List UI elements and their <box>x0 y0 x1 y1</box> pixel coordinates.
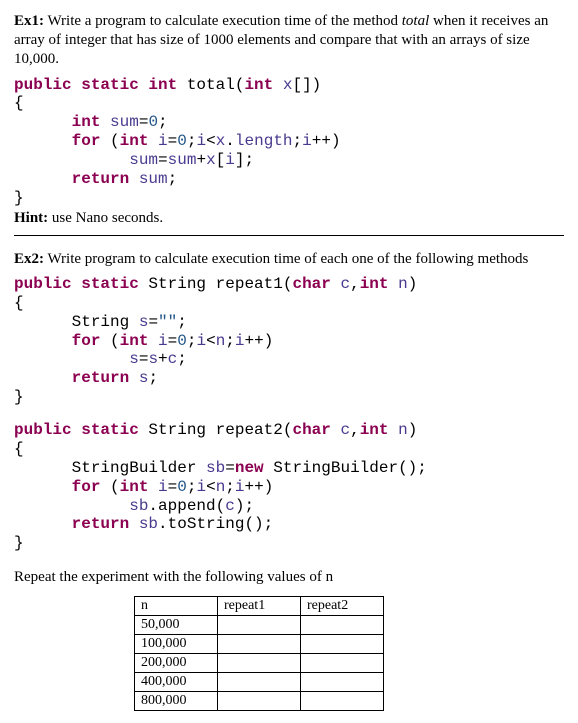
table-row: 50,000 <box>135 616 384 635</box>
cell-r2 <box>301 673 384 692</box>
ex2-description: Ex2: Write program to calculate executio… <box>14 250 564 269</box>
hint-label: Hint: <box>14 210 48 226</box>
table-row: 400,000 <box>135 673 384 692</box>
ex1-description: Ex1: Write a program to calculate execut… <box>14 12 564 70</box>
results-table: n repeat1 repeat2 50,000 100,000 200,000… <box>134 596 384 711</box>
ex1-ital: total <box>402 13 430 29</box>
divider <box>14 235 564 236</box>
col-repeat2: repeat2 <box>301 597 384 616</box>
ex1-text-a: Write a program to calculate execution t… <box>44 13 402 29</box>
cell-r1 <box>218 673 301 692</box>
table-row: 100,000 <box>135 635 384 654</box>
repeat-note: Repeat the experiment with the following… <box>14 569 564 586</box>
cell-r2 <box>301 635 384 654</box>
cell-r1 <box>218 654 301 673</box>
table-header-row: n repeat1 repeat2 <box>135 597 384 616</box>
cell-n: 800,000 <box>135 692 218 711</box>
table-row: 800,000 <box>135 692 384 711</box>
ex2-text: Write program to calculate execution tim… <box>44 251 528 267</box>
cell-n: 100,000 <box>135 635 218 654</box>
cell-n: 400,000 <box>135 673 218 692</box>
cell-n: 50,000 <box>135 616 218 635</box>
cell-r2 <box>301 654 384 673</box>
col-n: n <box>135 597 218 616</box>
hint-text: use Nano seconds. <box>48 210 163 226</box>
code-block-repeat1: public static String repeat1(char c,int … <box>14 275 564 407</box>
cell-r2 <box>301 616 384 635</box>
ex1-label: Ex1: <box>14 13 44 29</box>
table-row: 200,000 <box>135 654 384 673</box>
cell-r2 <box>301 692 384 711</box>
hint: Hint: use Nano seconds. <box>14 210 564 227</box>
ex2-label: Ex2: <box>14 251 44 267</box>
cell-r1 <box>218 635 301 654</box>
code-block-repeat2: public static String repeat2(char c,int … <box>14 421 564 553</box>
col-repeat1: repeat1 <box>218 597 301 616</box>
cell-r1 <box>218 616 301 635</box>
cell-n: 200,000 <box>135 654 218 673</box>
code-block-total: public static int total(int x[]) { int s… <box>14 76 564 208</box>
cell-r1 <box>218 692 301 711</box>
